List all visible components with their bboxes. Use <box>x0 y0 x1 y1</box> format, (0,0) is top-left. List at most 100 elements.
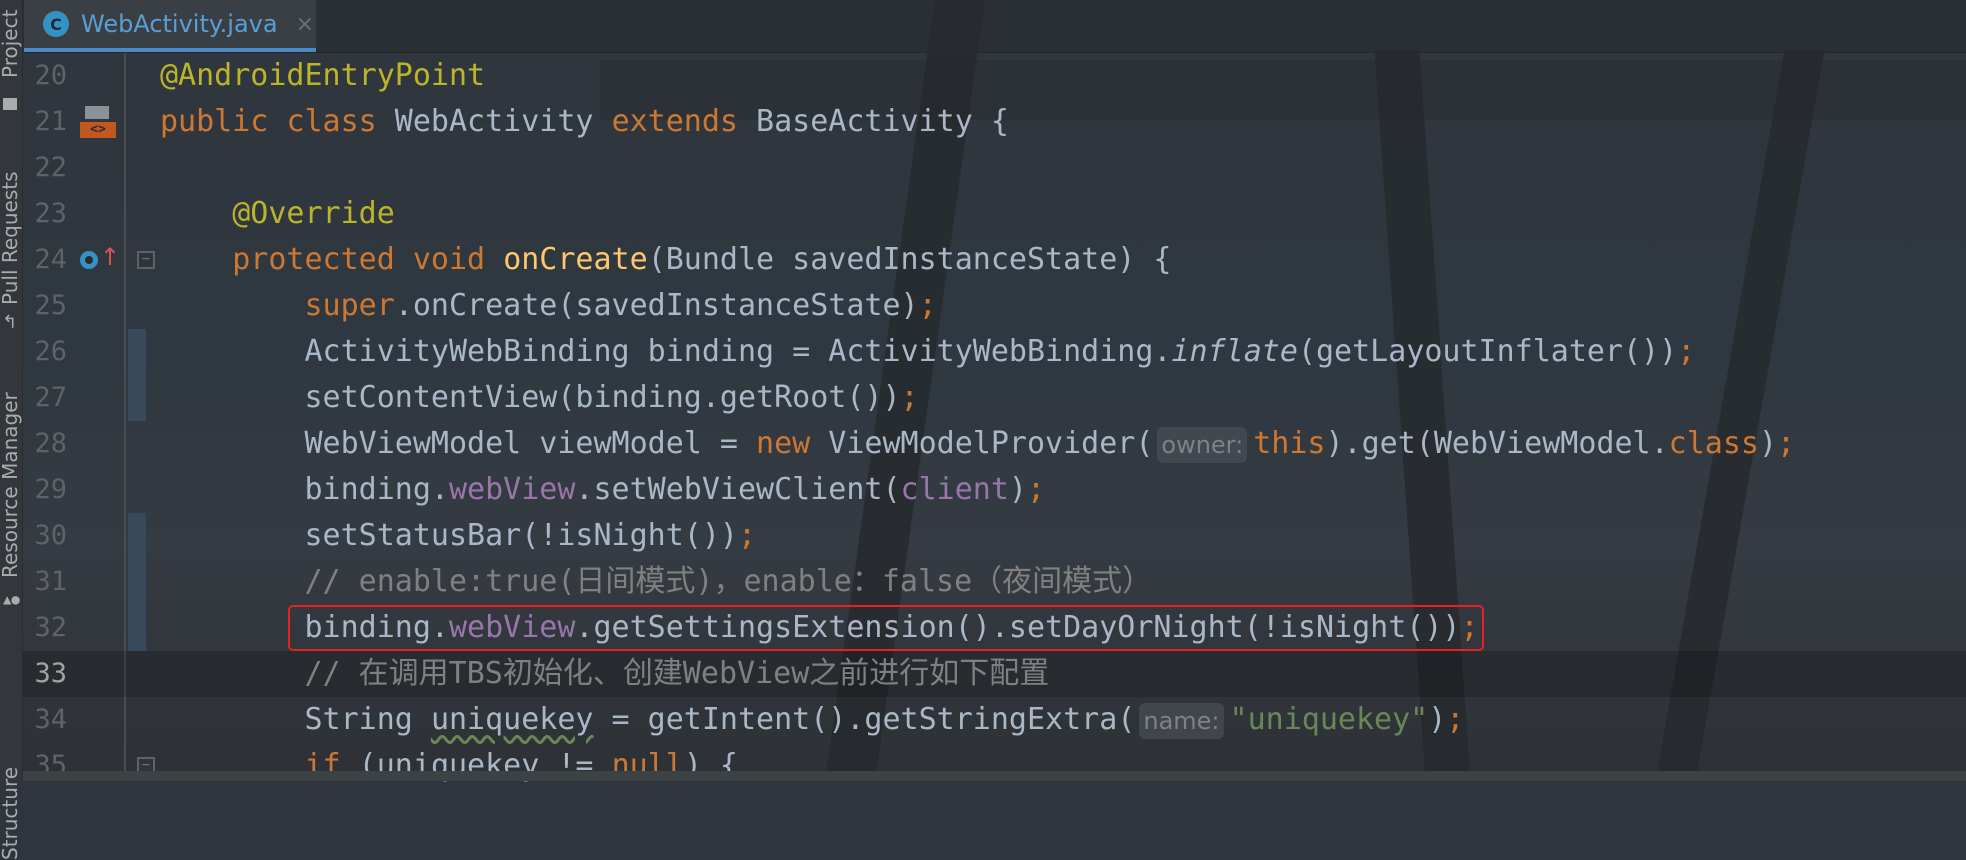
change-marker[interactable] <box>128 375 146 421</box>
tab-label: WebActivity.java <box>81 10 278 38</box>
code-token: ViewModelProvider( <box>810 426 1154 461</box>
string-literal: "uniquekey" <box>1229 702 1429 737</box>
code-line[interactable]: 33 // 在调用TBS初始化、创建WebView之前进行如下配置 <box>23 651 1966 697</box>
change-marker[interactable] <box>128 605 146 651</box>
resource-manager-icon: ▲● <box>3 592 20 608</box>
code-token: String <box>160 702 431 737</box>
code-text: // enable:true(日间模式)，enable：false（夜间模式） <box>160 559 1153 605</box>
highlight-box <box>288 605 1484 651</box>
code-token: class <box>286 104 377 139</box>
horizontal-scrollbar[interactable] <box>23 771 1966 781</box>
code-text: setStatusBar(!isNight()); <box>160 513 756 559</box>
code-token: @AndroidEntryPoint <box>160 58 486 93</box>
sidebar-item-resource-manager[interactable]: Resource Manager <box>0 392 22 578</box>
code-text: String uniquekey = getIntent().getString… <box>160 697 1464 743</box>
code-token: ; <box>737 518 757 553</box>
code-token: binding. <box>160 472 449 507</box>
code-comment: // enable:true(日间模式)，enable：false（夜间模式） <box>304 564 1153 599</box>
code-text: @Override <box>160 191 395 237</box>
line-number: 21 <box>34 106 67 137</box>
code-line[interactable]: 22 <box>23 145 1966 191</box>
code-line[interactable]: 20 @AndroidEntryPoint <box>23 53 1966 99</box>
close-icon[interactable]: × <box>296 12 314 37</box>
fold-toggle-icon[interactable]: − <box>137 251 155 269</box>
sidebar-item-project[interactable]: Project <box>0 10 22 78</box>
tab-webactivity-java[interactable]: C WebActivity.java × <box>24 0 316 52</box>
code-editor[interactable]: 20 @AndroidEntryPoint 21 <> public class Web… <box>23 53 1966 783</box>
code-token: client <box>900 472 1009 507</box>
code-token: BaseActivity { <box>738 104 1009 139</box>
parameter-hint: name: <box>1139 703 1224 739</box>
code-token: ) <box>1428 702 1447 737</box>
change-marker[interactable] <box>128 559 146 605</box>
code-line[interactable]: 31 // enable:true(日间模式)，enable：false（夜间模… <box>23 559 1966 605</box>
code-token: class <box>1668 426 1759 461</box>
folder-icon <box>3 98 17 110</box>
code-line[interactable]: 25 super.onCreate(savedInstanceState); <box>23 283 1966 329</box>
code-text: setContentView(binding.getRoot()); <box>160 375 919 421</box>
line-number: 31 <box>34 566 67 597</box>
line-number: 30 <box>34 520 67 551</box>
code-token: onCreate <box>503 242 648 277</box>
change-marker[interactable] <box>128 513 146 559</box>
pull-request-icon: ↰ <box>2 312 18 333</box>
parameter-hint: owner: <box>1157 427 1248 463</box>
code-token: this <box>1253 426 1326 461</box>
line-number: 24 <box>34 244 67 275</box>
line-number: 35 <box>34 750 67 781</box>
code-text: super.onCreate(savedInstanceState); <box>160 283 937 329</box>
code-token: WebViewModel viewModel = <box>160 426 757 461</box>
code-token: ; <box>1026 472 1046 507</box>
code-line[interactable]: 30 setStatusBar(!isNight()); <box>23 513 1966 559</box>
code-line[interactable]: 34 String uniquekey = getIntent().getStr… <box>23 697 1966 743</box>
tool-window-strip: Project Pull Requests Resource Manager S… <box>0 0 23 860</box>
code-comment: // 在调用TBS初始化、创建WebView之前进行如下配置 <box>304 656 1050 691</box>
code-token: setContentView(binding.getRoot()) <box>160 380 901 415</box>
code-token: (getLayoutInflater()) <box>1297 334 1678 369</box>
code-token: extends <box>611 104 738 139</box>
code-text: protected void onCreate(Bundle savedInst… <box>160 237 1171 283</box>
code-token: ; <box>900 380 919 415</box>
code-token: setStatusBar(!isNight()) <box>160 518 738 553</box>
code-token: ActivityWebBinding binding = ActivityWeb… <box>160 334 1172 369</box>
code-token: void <box>412 242 486 277</box>
code-token: .setWebViewClient( <box>575 472 901 507</box>
code-token: super <box>304 288 395 323</box>
code-token: new <box>756 426 811 461</box>
implemented-icon[interactable]: <> <box>80 106 116 140</box>
line-number: 29 <box>34 474 67 505</box>
code-text: @AndroidEntryPoint <box>160 53 485 99</box>
code-line[interactable]: 27 setContentView(binding.getRoot()); <box>23 375 1966 421</box>
code-text: ActivityWebBinding binding = ActivityWeb… <box>160 329 1695 375</box>
overrides-method-icon[interactable]: ↑ <box>80 243 120 277</box>
code-token: ; <box>918 288 937 323</box>
editor-tab-bar: C WebActivity.java × <box>23 0 1966 53</box>
code-line[interactable]: 26 ActivityWebBinding binding = Activity… <box>23 329 1966 375</box>
code-line[interactable]: 28 WebViewModel viewModel = new ViewMode… <box>23 421 1966 467</box>
code-text: public class WebActivity extends BaseAct… <box>160 99 1009 145</box>
line-number: 34 <box>34 704 67 735</box>
code-token: ) <box>1008 472 1027 507</box>
code-line[interactable]: 35− if (uniquekey != null) { <box>23 743 1966 789</box>
code-token: WebActivity <box>376 104 612 139</box>
code-line[interactable]: 24 − ↑ protected void onCreate(Bundle save… <box>23 237 1966 283</box>
line-number: 27 <box>34 382 67 413</box>
line-number: 32 <box>34 612 67 643</box>
code-token: inflate <box>1171 334 1298 369</box>
code-line[interactable]: 23 @Override <box>23 191 1966 237</box>
change-marker[interactable] <box>128 329 146 375</box>
code-token: .onCreate(savedInstanceState) <box>394 288 919 323</box>
line-number: 26 <box>34 336 67 367</box>
code-token: protected <box>232 242 395 277</box>
code-text: WebViewModel viewModel = new ViewModelPr… <box>160 421 1795 467</box>
line-number: 33 <box>34 658 67 689</box>
code-line[interactable]: 29 binding.webView.setWebViewClient(clie… <box>23 467 1966 513</box>
code-line[interactable]: 21 <> public class WebActivity extends Bas… <box>23 99 1966 145</box>
sidebar-item-pull-requests[interactable]: Pull Requests <box>0 171 22 305</box>
